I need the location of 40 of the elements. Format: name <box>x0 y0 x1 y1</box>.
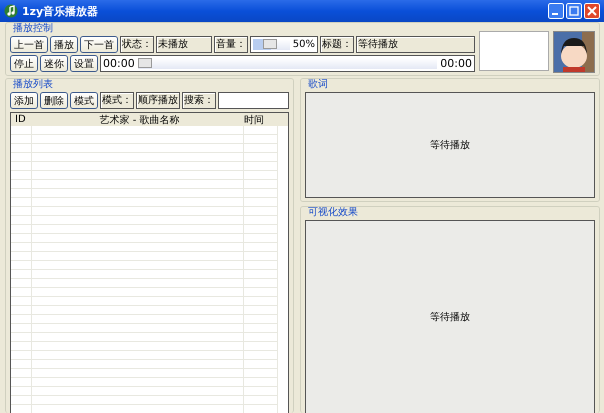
total-time: 00:00 <box>440 57 472 70</box>
volume-reading: 50% <box>292 39 315 50</box>
slider-thumb[interactable] <box>263 39 278 49</box>
lyrics-text: 等待播放 <box>430 138 470 152</box>
control-button[interactable]: 播放 <box>50 36 78 53</box>
column-header[interactable]: ID <box>11 114 35 125</box>
control-button[interactable]: 停止 <box>10 55 38 72</box>
visualization-text: 等待播放 <box>430 310 470 324</box>
mode-label: 模式： <box>100 92 134 109</box>
window-title: 1zy音乐播放器 <box>22 4 98 18</box>
slider-thumb[interactable] <box>138 58 152 68</box>
playlist-button[interactable]: 添加 <box>10 92 38 109</box>
playlist-button[interactable]: 删除 <box>40 92 68 109</box>
control-button[interactable]: 上一首 <box>10 36 48 53</box>
control-button[interactable]: 设置 <box>70 55 98 72</box>
music-note-icon <box>4 4 18 18</box>
group-title: 可视化效果 <box>307 207 359 219</box>
group-title: 播放控制 <box>12 23 54 35</box>
group-title: 播放列表 <box>12 79 54 91</box>
control-button[interactable]: 迷你 <box>40 55 68 72</box>
group-title: 歌词 <box>307 79 329 91</box>
search-label: 搜索： <box>182 92 216 109</box>
title-value: 等待播放 <box>356 36 475 53</box>
progress-slider[interactable]: 00:00 00:00 <box>100 55 475 72</box>
display-box <box>479 31 549 71</box>
column-header[interactable]: 艺术家 - 歌曲名称 <box>35 112 244 126</box>
minimize-icon[interactable] <box>548 3 564 19</box>
playlist-button[interactable]: 模式 <box>70 92 98 109</box>
elapsed-time: 00:00 <box>103 57 135 70</box>
column-header[interactable]: 时间 <box>244 112 288 126</box>
close-icon[interactable] <box>584 3 600 19</box>
maximize-icon[interactable] <box>566 3 582 19</box>
status-value: 未播放 <box>156 36 212 53</box>
volume-slider[interactable]: 50% <box>250 36 318 53</box>
volume-label: 音量： <box>214 36 248 53</box>
mode-value: 顺序播放 <box>136 92 180 109</box>
search-field[interactable] <box>218 92 289 109</box>
title-label: 标题： <box>320 36 354 53</box>
status-label: 状态： <box>120 36 154 53</box>
control-button[interactable]: 下一首 <box>80 36 118 53</box>
